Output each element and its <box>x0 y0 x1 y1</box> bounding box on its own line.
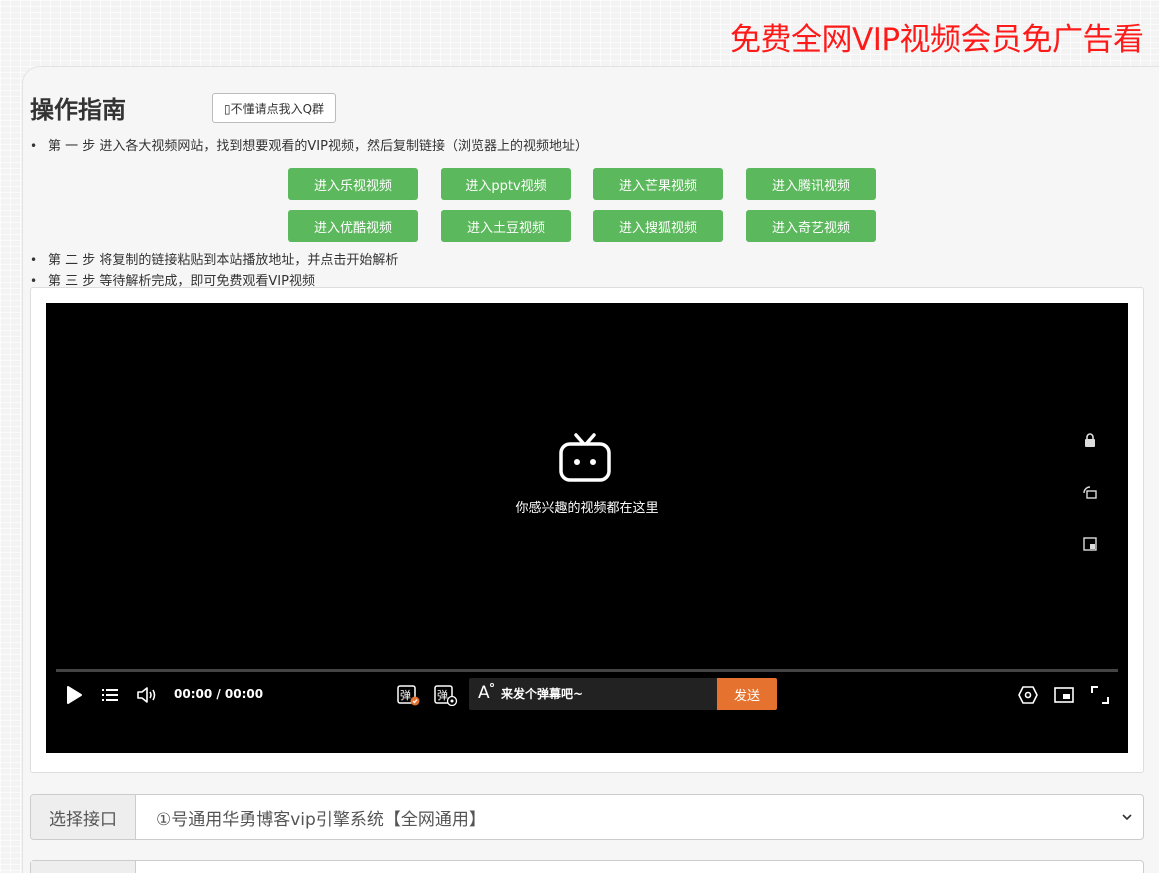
fullscreen-icon[interactable] <box>1089 684 1111 706</box>
join-qq-group-button[interactable]: ▯不懂请点我入Q群 <box>212 93 336 123</box>
player-tagline: 你感兴趣的视频都在这里 <box>515 501 659 516</box>
site-button-tencent[interactable]: 进入腾讯视频 <box>746 168 876 200</box>
site-button-tudou[interactable]: 进入土豆视频 <box>441 210 571 242</box>
video-player[interactable]: 你感兴趣的视频都在这里 00:00 / 00:00 弹 弹 A 来发个弹幕吧~ … <box>46 303 1128 753</box>
time-display: 00:00 / 00:00 <box>174 687 264 701</box>
danmaku-toggle-glyph: 弹 <box>400 689 411 702</box>
site-button-iqiyi[interactable]: 进入奇艺视频 <box>746 210 876 242</box>
tv-logo-icon <box>559 433 611 482</box>
widescreen-icon[interactable] <box>1053 684 1075 706</box>
site-button-sohu[interactable]: 进入搜狐视频 <box>593 210 723 242</box>
interface-selector[interactable]: 选择接口 ①号通用华勇博客vip引擎系统【全网通用】 <box>30 794 1144 840</box>
step-1-text: 第 一 步 进入各大视频网站，找到想要观看的VIP视频，然后复制链接（浏览器上的… <box>48 139 588 154</box>
interface-select[interactable]: ①号通用华勇博客vip引擎系统【全网通用】 <box>136 795 1143 839</box>
font-style-dot <box>490 683 494 687</box>
pip-icon[interactable] <box>1082 536 1098 552</box>
site-button-youku[interactable]: 进入优酷视频 <box>288 210 418 242</box>
chevron-down-icon <box>1122 814 1132 821</box>
site-button-mango[interactable]: 进入芒果视频 <box>593 168 723 200</box>
progress-bar[interactable] <box>56 669 1118 672</box>
bullet: • <box>30 253 38 267</box>
site-button-letv[interactable]: 进入乐视视频 <box>288 168 418 200</box>
settings-icon[interactable] <box>1017 684 1039 706</box>
step-1: • 第 一 步 进入各大视频网站，找到想要观看的VIP视频，然后复制链接（浏览器上… <box>30 135 588 154</box>
interface-selected-value: ①号通用华勇博客vip引擎系统【全网通用】 <box>156 809 486 830</box>
danmaku-settings-glyph: 弹 <box>437 689 448 702</box>
font-style-icon[interactable]: A <box>478 683 490 703</box>
page-banner: 免费全网VIP视频会员免广告看 <box>730 22 1144 58</box>
rotate-icon[interactable] <box>1082 484 1098 500</box>
guide-title: 操作指南 <box>30 96 126 124</box>
danmaku-settings-button[interactable]: 弹 <box>434 684 458 707</box>
volume-icon[interactable] <box>136 684 158 706</box>
send-danmaku-button[interactable]: 发送 <box>717 678 777 710</box>
step-2: • 第 二 步 将复制的链接粘贴到本站播放地址，并点击开始解析 <box>30 249 398 268</box>
danmaku-toggle-button[interactable]: 弹 <box>397 684 421 706</box>
step-2-text: 第 二 步 将复制的链接粘贴到本站播放地址，并点击开始解析 <box>48 253 399 268</box>
danmaku-input[interactable] <box>501 678 711 710</box>
lock-icon[interactable] <box>1082 432 1098 448</box>
video-url-label <box>31 861 136 873</box>
site-button-pptv[interactable]: 进入pptv视频 <box>441 168 571 200</box>
danmaku-input-box: A <box>469 678 717 710</box>
play-icon[interactable] <box>64 684 84 706</box>
bullet: • <box>30 139 38 153</box>
interface-label: 选择接口 <box>31 795 136 839</box>
playlist-icon[interactable] <box>101 684 119 706</box>
bullet: • <box>30 274 38 288</box>
video-url-row[interactable] <box>30 860 1144 873</box>
